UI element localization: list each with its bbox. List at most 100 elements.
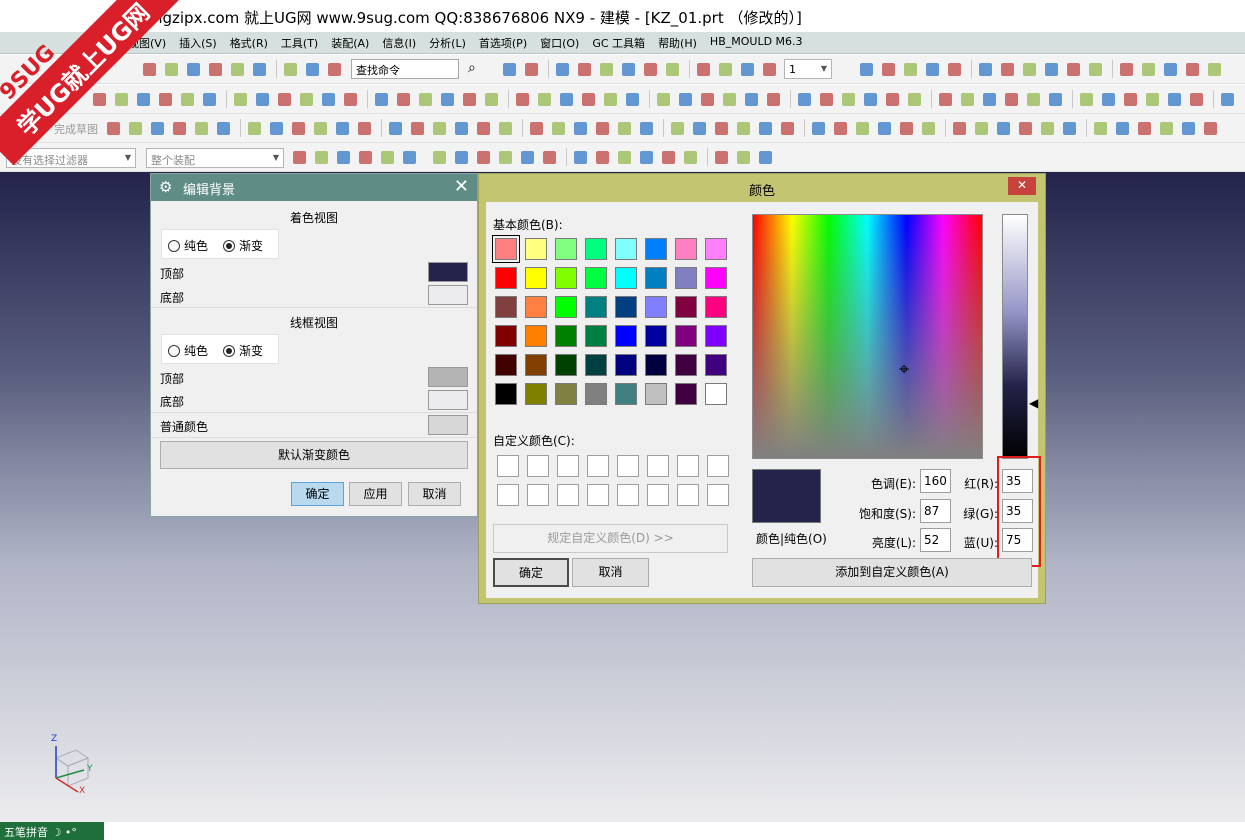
toolbar-tool-icon[interactable] [659,148,678,167]
toolbar-tool-icon[interactable] [976,60,995,79]
toolbar-tool-icon[interactable] [430,148,449,167]
basic-color-swatch[interactable] [615,267,637,289]
basic-color-swatch[interactable] [705,354,727,376]
basic-color-swatch[interactable] [555,296,577,318]
add-to-custom-colors-button[interactable]: 添加到自定义颜色(A) [752,558,1032,587]
toolbar-tool-icon[interactable] [1121,90,1140,109]
toolbar-tool-icon[interactable] [839,90,858,109]
luminance-slider-arrow-icon[interactable]: ◀ [1029,396,1038,410]
toolbar-tool-icon[interactable] [438,90,457,109]
toolbar-tool-icon[interactable] [355,119,374,138]
custom-color-swatch[interactable] [587,484,609,506]
toolbar-tool-icon[interactable] [1060,119,1079,138]
plain-color-swatch[interactable] [428,415,468,435]
toolbar-tool-icon[interactable] [712,119,731,138]
toolbar-tool-icon[interactable] [156,90,175,109]
basic-color-swatch[interactable] [705,383,727,405]
toolbar-tool-icon[interactable] [936,90,955,109]
toolbar-tool-icon[interactable] [200,90,219,109]
toolbar-tool-icon[interactable] [1038,119,1057,138]
toolbar-tool-icon[interactable] [496,119,515,138]
toolbar-tool-icon[interactable] [452,119,471,138]
shaded-plain-radio[interactable]: 纯色 [168,237,208,254]
basic-color-swatch[interactable] [492,235,520,263]
basic-color-swatch[interactable] [585,267,607,289]
toolbar-tool-icon[interactable] [430,119,449,138]
basic-color-swatch[interactable] [705,325,727,347]
toolbar-tool-icon[interactable] [460,90,479,109]
basic-color-swatch[interactable] [645,325,667,347]
toolbar-tool-icon[interactable] [535,90,554,109]
toolbar-tool-icon[interactable] [553,60,572,79]
toolbar-tool-icon[interactable] [267,119,286,138]
basic-color-swatch[interactable] [585,383,607,405]
wireframe-top-color-swatch[interactable] [428,367,468,387]
toolbar-tool-icon[interactable] [290,148,309,167]
toolbar-tool-icon[interactable] [1135,119,1154,138]
custom-color-swatch[interactable] [527,484,549,506]
basic-color-swatch[interactable] [495,296,517,318]
toolbar-tool-icon[interactable] [341,90,360,109]
toolbar-tool-icon[interactable] [325,60,344,79]
toolbar-tool-icon[interactable] [134,90,153,109]
toolbar-tool-icon[interactable] [1187,90,1206,109]
close-icon[interactable]: ✕ [454,176,469,197]
toolbar-tool-icon[interactable] [857,60,876,79]
custom-color-swatch[interactable] [587,455,609,477]
close-button[interactable]: ✕ [1008,177,1036,195]
toolbar-tool-icon[interactable] [1201,119,1220,138]
toolbar-tool-icon[interactable] [170,119,189,138]
custom-color-swatch[interactable] [497,455,519,477]
toolbar-tool-icon[interactable] [958,90,977,109]
basic-color-swatch[interactable] [525,238,547,260]
toolbar-tool-icon[interactable] [817,90,836,109]
search-icon[interactable]: ⌕ [468,60,476,76]
toolbar-tool-icon[interactable] [231,90,250,109]
toolbar-tool-icon[interactable] [312,148,331,167]
toolbar-tool-icon[interactable] [214,119,233,138]
basic-color-swatch[interactable] [585,354,607,376]
custom-color-swatch[interactable] [647,484,669,506]
basic-color-swatch[interactable] [585,325,607,347]
basic-color-swatch[interactable] [495,354,517,376]
toolbar-tool-icon[interactable] [1016,119,1035,138]
basic-color-swatch[interactable] [555,325,577,347]
toolbar-tool-icon[interactable] [875,119,894,138]
basic-color-swatch[interactable] [495,267,517,289]
custom-color-swatch[interactable] [527,455,549,477]
toolbar-tool-icon[interactable] [601,90,620,109]
basic-color-swatch[interactable] [615,296,637,318]
toolbar-tool-icon[interactable] [879,60,898,79]
toolbar-tool-icon[interactable] [1099,90,1118,109]
toolbar-tool-icon[interactable] [919,119,938,138]
toolbar-tool-icon[interactable] [905,90,924,109]
menu-item[interactable]: 工具(T) [281,35,318,51]
toolbar-tool-icon[interactable] [112,90,131,109]
toolbar-tool-icon[interactable] [540,148,559,167]
custom-color-swatch[interactable] [707,455,729,477]
toolbar-tool-icon[interactable] [408,119,427,138]
toolbar-tool-icon[interactable] [597,60,616,79]
toolbar-tool-icon[interactable] [980,90,999,109]
shaded-top-color-swatch[interactable] [428,262,468,282]
toolbar-tool-icon[interactable] [245,119,264,138]
toolbar-tool-icon[interactable] [482,90,501,109]
basic-color-swatch[interactable] [615,354,637,376]
toolbar-tool-icon[interactable] [778,119,797,138]
toolbar-tool-icon[interactable] [945,60,964,79]
toolbar-tool-icon[interactable] [496,148,515,167]
basic-color-swatch[interactable] [495,383,517,405]
toolbar-tool-icon[interactable] [1086,60,1105,79]
toolbar-tool-icon[interactable] [809,119,828,138]
wireframe-plain-radio[interactable]: 纯色 [168,342,208,359]
search-command-input[interactable]: 查找命令 [351,59,459,79]
toolbar-tool-icon[interactable] [698,90,717,109]
basic-color-swatch[interactable] [675,296,697,318]
toolbar-tool-icon[interactable] [1002,90,1021,109]
toolbar-tool-icon[interactable] [303,60,322,79]
toolbar-tool-icon[interactable] [1139,60,1158,79]
custom-color-swatch[interactable] [647,455,669,477]
toolbar-tool-icon[interactable] [275,90,294,109]
menu-item[interactable]: 帮助(H) [658,35,697,51]
custom-color-swatch[interactable] [677,455,699,477]
